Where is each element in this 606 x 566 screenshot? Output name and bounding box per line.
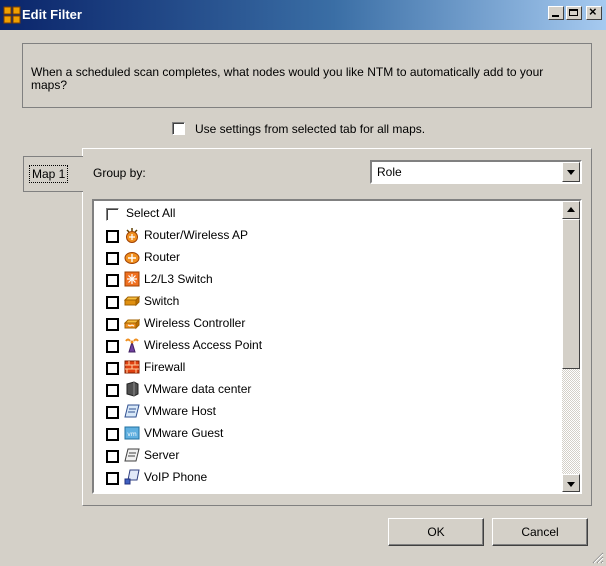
minimize-icon: [552, 15, 559, 17]
firewall-icon: [124, 360, 140, 374]
router-wireless-ap-icon: [126, 228, 138, 243]
arrow-down-icon: [567, 482, 575, 487]
edit-filter-dialog: Edit Filter × When a scheduled scan comp…: [0, 0, 606, 566]
group-by-label: Group by:: [93, 166, 146, 180]
list-viewport: Select All Router/Wireless AP Router L2/…: [94, 201, 562, 492]
item-checkbox[interactable]: [106, 340, 119, 353]
tab-map-1-label: Map 1: [28, 165, 69, 183]
list-item[interactable]: Switch: [100, 291, 560, 313]
group-by-dropdown-button[interactable]: [562, 162, 580, 182]
instruction-text: When a scheduled scan completes, what no…: [31, 65, 544, 92]
vmware-guest-icon: vm: [124, 426, 140, 440]
wireless-access-point-icon: [125, 338, 139, 353]
close-icon: ×: [589, 4, 597, 19]
title-bar[interactable]: Edit Filter ×: [0, 0, 606, 30]
svg-text:vm: vm: [127, 431, 137, 438]
instruction-box: When a scheduled scan completes, what no…: [22, 43, 592, 108]
window-title: Edit Filter: [22, 7, 82, 22]
l2-l3-switch-icon: [124, 271, 140, 287]
item-checkbox[interactable]: [106, 450, 119, 463]
group-by-value: Role: [377, 165, 402, 179]
item-label: Server: [144, 448, 180, 462]
minimize-button[interactable]: [548, 6, 564, 20]
maximize-button[interactable]: [566, 6, 582, 20]
item-label: VoIP Phone: [144, 470, 208, 484]
wireless-controller-icon: [124, 318, 140, 330]
item-checkbox[interactable]: [106, 472, 119, 485]
group-by-select[interactable]: Role: [370, 160, 582, 184]
vmware-data-center-icon: [126, 381, 139, 397]
item-checkbox[interactable]: [106, 428, 119, 441]
list-item[interactable]: L2/L3 Switch: [100, 269, 560, 291]
scroll-up-button[interactable]: [562, 201, 580, 219]
printer-icon: [124, 491, 140, 492]
list-item[interactable]: Router: [100, 247, 560, 269]
list-item[interactable]: Firewall: [100, 357, 560, 379]
scroll-thumb[interactable]: [562, 219, 580, 369]
item-label: Wireless Access Point: [144, 338, 263, 352]
select-all-label: Select All: [126, 206, 176, 220]
list-item[interactable]: VMware data center: [100, 379, 560, 401]
item-label: VMware Guest: [144, 426, 224, 440]
vmware-host-icon: [124, 404, 140, 418]
item-checkbox[interactable]: [106, 274, 119, 287]
close-button[interactable]: ×: [586, 4, 602, 20]
node-type-list[interactable]: Select All Router/Wireless AP Router L2/…: [92, 199, 582, 494]
maximize-icon: [569, 9, 578, 16]
ok-button[interactable]: OK: [388, 518, 484, 546]
item-label: Router: [144, 250, 181, 264]
item-checkbox[interactable]: [106, 252, 119, 265]
scroll-down-button[interactable]: [562, 474, 580, 492]
list-item[interactable]: vm VMware Guest: [100, 423, 560, 445]
server-icon: [124, 448, 140, 462]
voip-phone-icon: [124, 469, 140, 485]
list-item[interactable]: Router/Wireless AP: [100, 225, 560, 247]
list-item[interactable]: Wireless Access Point: [100, 335, 560, 357]
item-label: Firewall: [144, 360, 186, 374]
item-checkbox[interactable]: [106, 406, 119, 419]
resize-grip-icon[interactable]: [590, 550, 604, 564]
list-item[interactable]: Server: [100, 445, 560, 467]
list-item[interactable]: Wireless Controller: [100, 313, 560, 335]
item-label: Wireless Controller: [144, 316, 246, 330]
list-item-partial[interactable]: [100, 489, 560, 492]
use-settings-checkbox[interactable]: [172, 122, 185, 135]
item-checkbox[interactable]: [106, 296, 119, 309]
cancel-button[interactable]: Cancel: [492, 518, 588, 546]
item-checkbox[interactable]: [106, 362, 119, 375]
list-item[interactable]: VMware Host: [100, 401, 560, 423]
select-all-checkbox[interactable]: [106, 208, 119, 221]
item-label: VMware Host: [144, 404, 217, 418]
item-checkbox[interactable]: [106, 318, 119, 331]
item-checkbox[interactable]: [106, 384, 119, 397]
use-settings-label[interactable]: Use settings from selected tab for all m…: [195, 122, 425, 136]
item-label: L2/L3 Switch: [144, 272, 213, 286]
item-label: Router/Wireless AP: [144, 228, 249, 242]
item-label: VMware data center: [144, 382, 252, 396]
item-checkbox[interactable]: [106, 230, 119, 243]
tab-map-1[interactable]: Map 1: [23, 156, 83, 192]
select-all-item[interactable]: Select All: [100, 203, 560, 225]
chevron-down-icon: [567, 170, 575, 175]
switch-icon: [124, 295, 140, 307]
filter-app-icon: [3, 6, 21, 24]
arrow-up-icon: [567, 207, 575, 212]
item-label: Switch: [144, 294, 180, 308]
list-item[interactable]: VoIP Phone: [100, 467, 560, 489]
vertical-scrollbar[interactable]: [562, 201, 580, 492]
router-icon: [124, 252, 140, 264]
